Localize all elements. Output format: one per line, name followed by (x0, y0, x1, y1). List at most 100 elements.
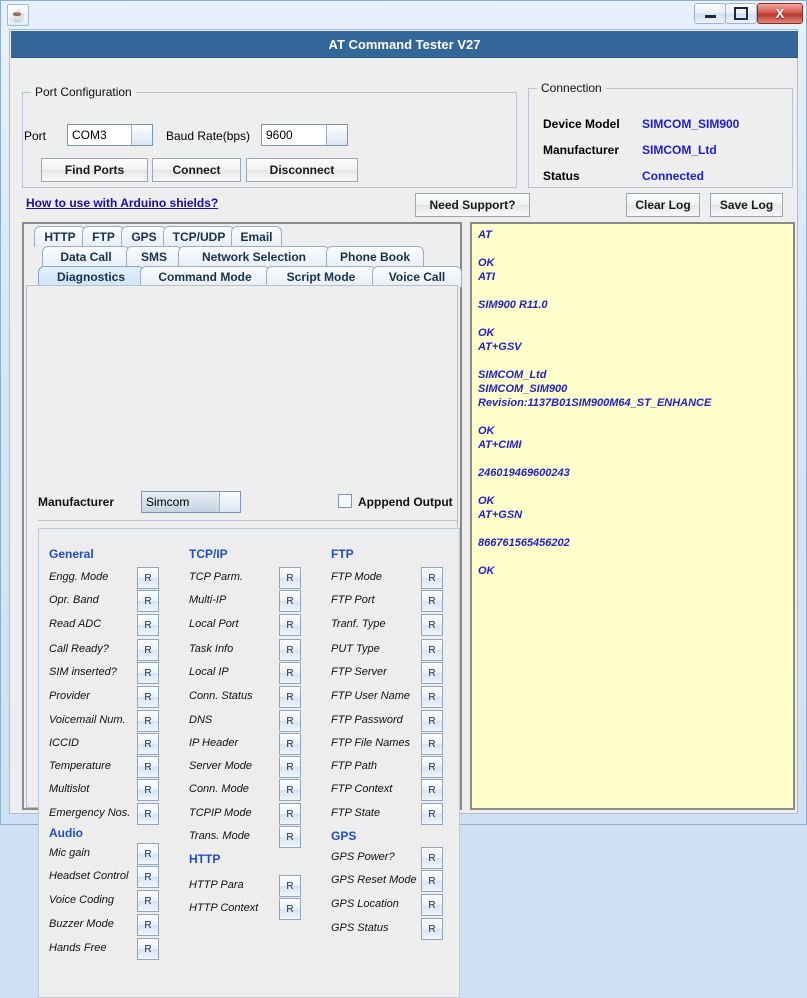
minimize-button[interactable] (694, 3, 726, 24)
append-output-checkbox[interactable] (338, 494, 352, 508)
read-button-local-port[interactable]: R (279, 614, 301, 636)
manufacturer-value: SIMCOM_Ltd (642, 143, 717, 157)
tab-voice-call[interactable]: Voice Call (372, 266, 462, 287)
read-button-tranf-type[interactable]: R (421, 614, 443, 636)
read-button-ftp-file-names[interactable]: R (421, 733, 443, 755)
tab-tcp-udp[interactable]: TCP/UDP (163, 226, 235, 247)
read-button-gps-power[interactable]: R (421, 847, 443, 869)
port-select-value: COM3 (72, 128, 107, 142)
need-support-button[interactable]: Need Support? (415, 193, 530, 217)
tab-script-mode[interactable]: Script Mode (266, 266, 376, 287)
read-button-ftp-server[interactable]: R (421, 662, 443, 684)
read-button-ftp-mode[interactable]: R (421, 567, 443, 589)
port-configuration-legend: Port Configuration (31, 85, 136, 99)
read-button-ftp-user-name[interactable]: R (421, 686, 443, 708)
read-button-hands-free[interactable]: R (137, 938, 159, 960)
read-button-local-ip[interactable]: R (279, 662, 301, 684)
command-label-ip-header: IP Header (189, 737, 239, 749)
tab-command-mode[interactable]: Command Mode (140, 266, 270, 287)
command-label-mic-gain: Mic gain (49, 847, 90, 859)
read-button-gps-location[interactable]: R (421, 894, 443, 916)
command-label-trans-mode: Trans. Mode (189, 830, 250, 842)
tab-http[interactable]: HTTP (34, 226, 86, 247)
command-label-engg-mode: Engg. Mode (49, 571, 109, 583)
read-button-opr-band[interactable]: R (137, 590, 159, 612)
read-button-voice-coding[interactable]: R (137, 890, 159, 912)
read-button-temperature[interactable]: R (137, 756, 159, 778)
read-button-http-para[interactable]: R (279, 875, 301, 897)
read-button-http-context[interactable]: R (279, 898, 301, 920)
tab-email[interactable]: Email (231, 226, 282, 247)
tab-network-selection[interactable]: Network Selection (178, 246, 330, 267)
command-label-gps-status: GPS Status (331, 922, 389, 934)
read-button-read-adc[interactable]: R (137, 614, 159, 636)
section-header-ftp: FTP (331, 547, 354, 561)
command-label-provider: Provider (49, 690, 90, 702)
tab-ftp[interactable]: FTP (82, 226, 125, 247)
diagnostics-manufacturer-select[interactable]: Simcom (141, 491, 241, 513)
section-header-gps: GPS (331, 829, 357, 843)
read-button-ftp-context[interactable]: R (421, 779, 443, 801)
read-button-iccid[interactable]: R (137, 733, 159, 755)
command-label-task-info: Task Info (189, 643, 234, 655)
section-header-audio: Audio (49, 826, 83, 840)
tab-diagnostics[interactable]: Diagnostics (38, 266, 144, 287)
command-label-conn-mode: Conn. Mode (189, 783, 249, 795)
read-button-server-mode[interactable]: R (279, 756, 301, 778)
command-label-local-ip: Local IP (189, 666, 229, 678)
command-label-tcp-parm: TCP Parm. (189, 571, 243, 583)
read-button-sim-inserted[interactable]: R (137, 662, 159, 684)
find-ports-button[interactable]: Find Ports (41, 158, 148, 182)
tab-data-call[interactable]: Data Call (42, 246, 130, 267)
close-button[interactable]: X (757, 3, 803, 24)
port-label: Port (24, 129, 47, 143)
read-button-mic-gain[interactable]: R (137, 843, 159, 865)
read-button-conn-status[interactable]: R (279, 686, 301, 708)
read-button-ftp-path[interactable]: R (421, 756, 443, 778)
read-button-gps-reset-mode[interactable]: R (421, 870, 443, 892)
read-button-multislot[interactable]: R (137, 779, 159, 801)
read-button-voicemail-num[interactable]: R (137, 710, 159, 732)
tab-gps[interactable]: GPS (121, 226, 167, 247)
section-header-general: General (49, 547, 94, 561)
application-window: ☕ X AT Command Tester V27 Port Configura… (0, 0, 807, 998)
read-button-headset-control[interactable]: R (137, 866, 159, 888)
command-label-voicemail-num: Voicemail Num. (49, 714, 126, 726)
manufacturer-label: Manufacturer (543, 143, 620, 157)
save-log-button[interactable]: Save Log (710, 193, 783, 217)
read-button-emergency-nos[interactable]: R (137, 803, 159, 825)
baud-rate-select[interactable]: 9600 (261, 124, 348, 146)
read-button-buzzer-mode[interactable]: R (137, 914, 159, 936)
tab-sms[interactable]: SMS (126, 246, 182, 267)
read-button-engg-mode[interactable]: R (137, 567, 159, 589)
arduino-shields-link[interactable]: How to use with Arduino shields? (26, 196, 218, 210)
clear-log-button[interactable]: Clear Log (626, 193, 700, 217)
section-header-tcp-ip: TCP/IP (189, 547, 228, 561)
read-button-gps-status[interactable]: R (421, 918, 443, 940)
connect-button[interactable]: Connect (152, 158, 241, 182)
read-button-ip-header[interactable]: R (279, 733, 301, 755)
read-button-tcpip-mode[interactable]: R (279, 803, 301, 825)
section-header-http: HTTP (189, 852, 221, 866)
read-button-multi-ip[interactable]: R (279, 590, 301, 612)
command-label-gps-power: GPS Power? (331, 851, 395, 863)
read-button-conn-mode[interactable]: R (279, 779, 301, 801)
tab-phone-book[interactable]: Phone Book (326, 246, 424, 267)
read-button-call-ready[interactable]: R (137, 639, 159, 661)
read-button-task-info[interactable]: R (279, 639, 301, 661)
read-button-ftp-port[interactable]: R (421, 590, 443, 612)
read-button-provider[interactable]: R (137, 686, 159, 708)
log-output-panel[interactable]: AT OK ATI SIM900 R11.0 OK AT+GSV SIMCOM_… (470, 222, 795, 810)
command-label-read-adc: Read ADC (49, 618, 102, 630)
command-label-conn-status: Conn. Status (189, 690, 253, 702)
disconnect-button[interactable]: Disconnect (246, 158, 358, 182)
read-button-ftp-password[interactable]: R (421, 710, 443, 732)
read-button-trans-mode[interactable]: R (279, 826, 301, 848)
baud-rate-select-value: 9600 (266, 128, 293, 142)
read-button-ftp-state[interactable]: R (421, 803, 443, 825)
read-button-dns[interactable]: R (279, 710, 301, 732)
maximize-button[interactable] (725, 3, 757, 24)
read-button-tcp-parm[interactable]: R (279, 567, 301, 589)
read-button-put-type[interactable]: R (421, 639, 443, 661)
port-select[interactable]: COM3 (67, 124, 153, 146)
